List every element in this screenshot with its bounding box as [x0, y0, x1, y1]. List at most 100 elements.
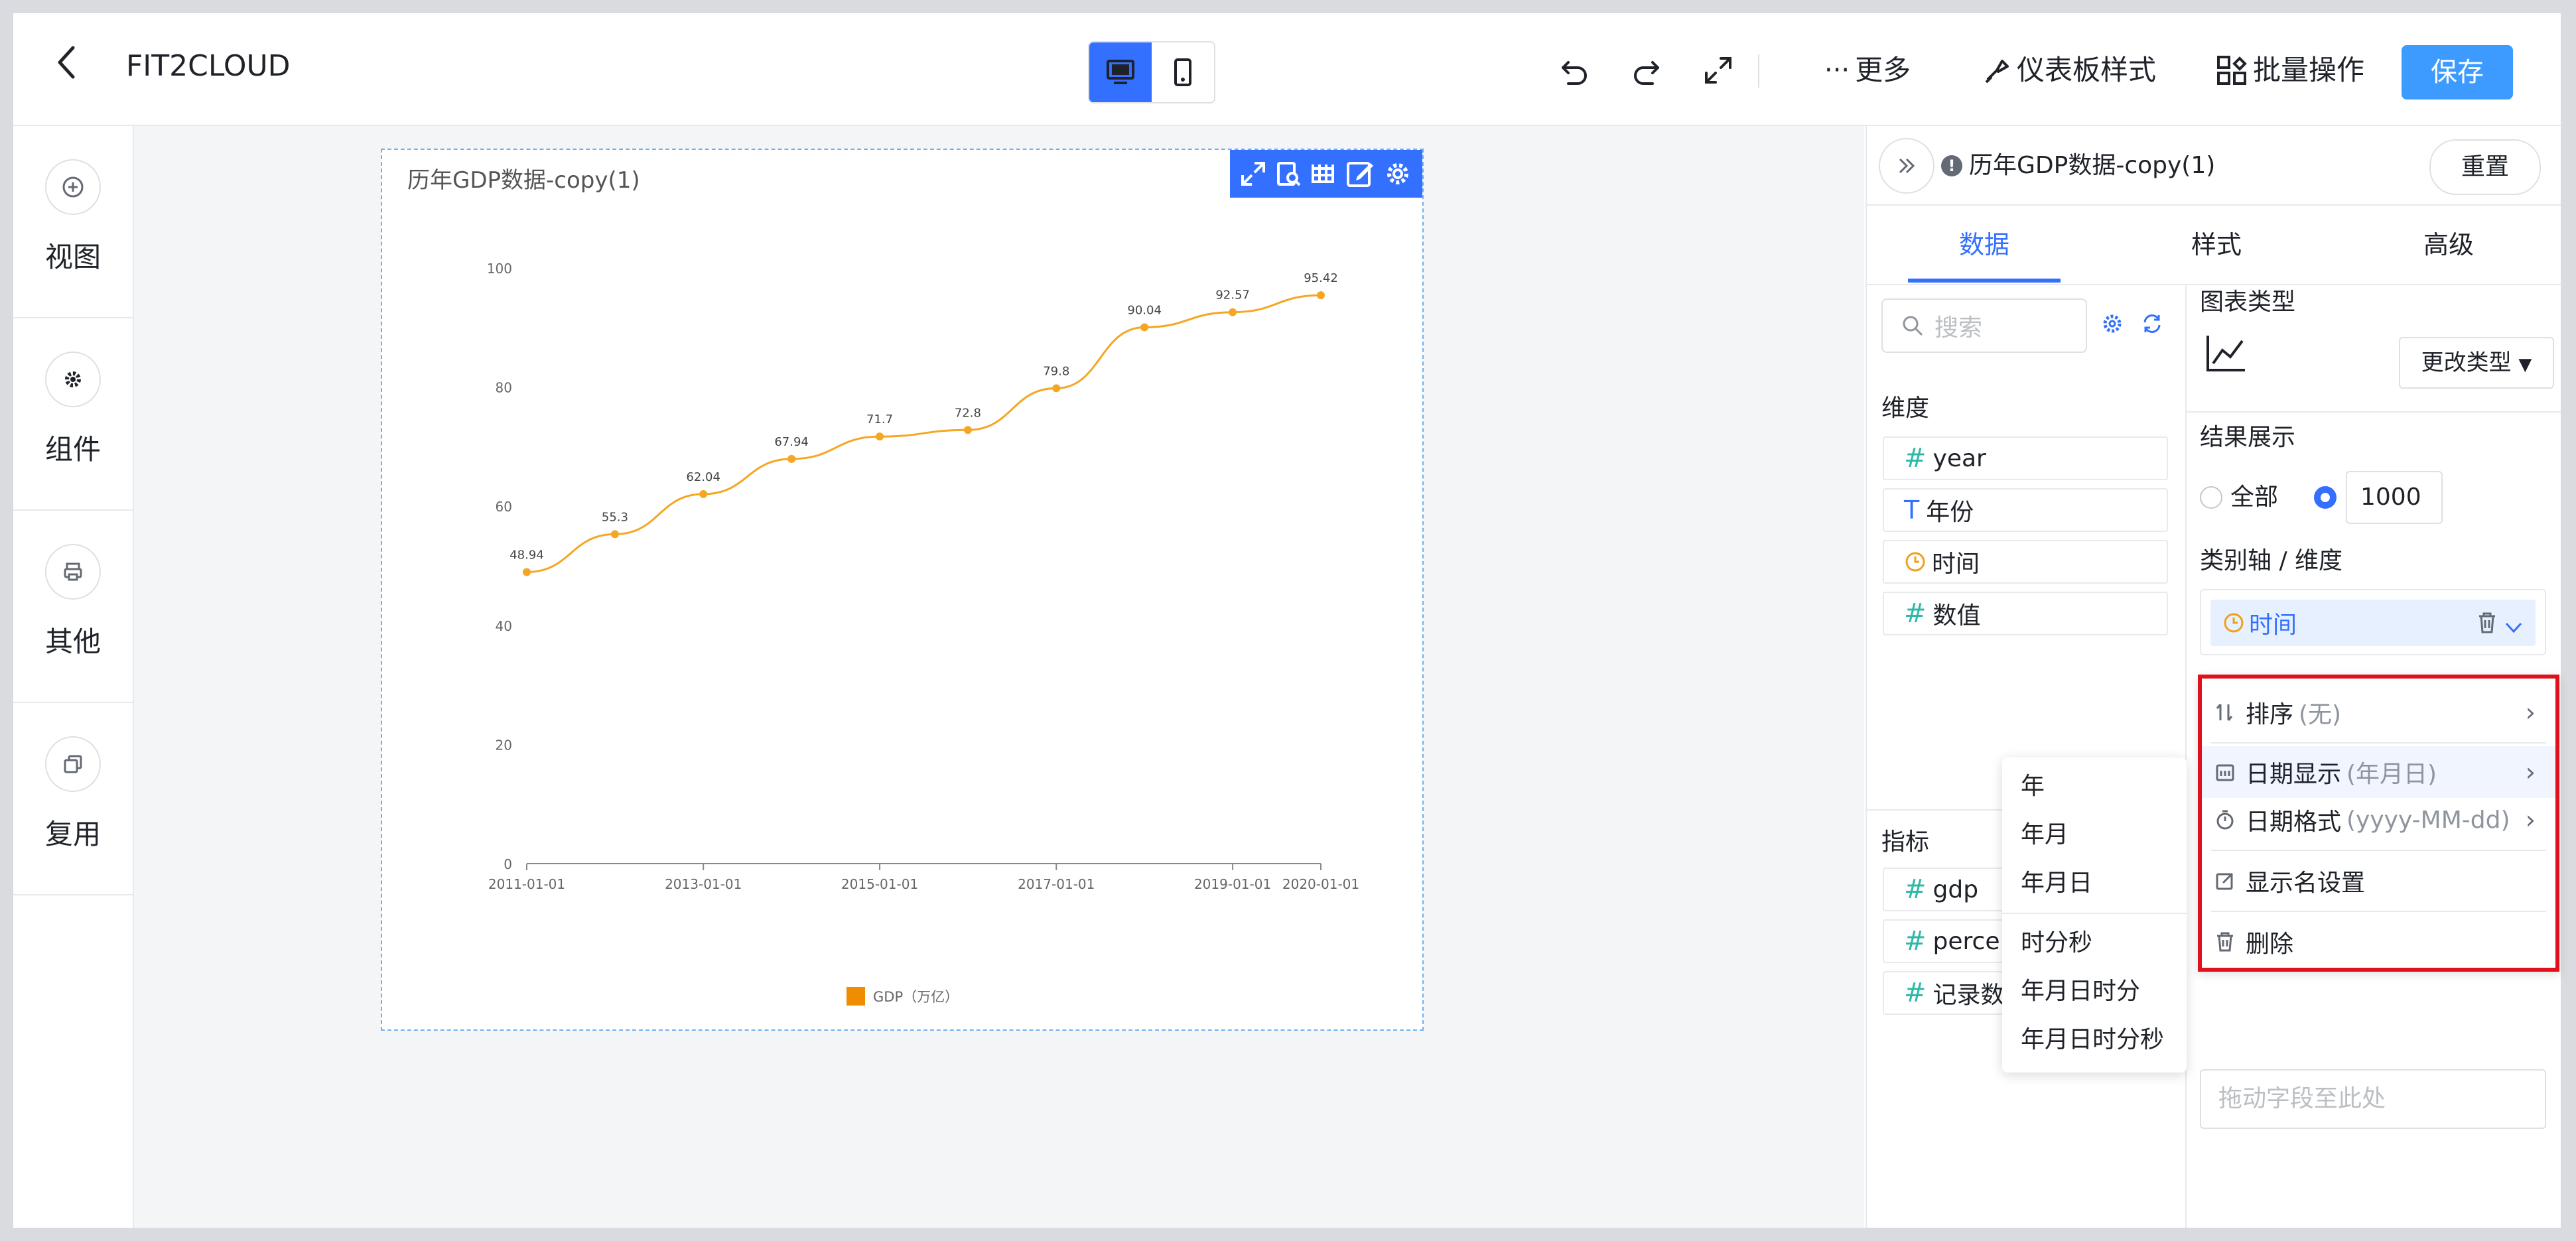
- stopwatch-icon: [2215, 809, 2238, 830]
- line-chart: 0 20 40 60 80 100 2011-01-01 2013-01-01 2015-01-…: [487, 261, 1359, 1006]
- date-option-year-month[interactable]: 年月: [2021, 819, 2068, 851]
- date-option-year[interactable]: 年: [2021, 771, 2045, 803]
- reset-button[interactable]: 重置: [2429, 139, 2541, 195]
- chevron-down-icon[interactable]: [2504, 614, 2524, 641]
- mobile-icon: [1174, 58, 1191, 86]
- dimension-field-year-text[interactable]: T 年份: [1883, 488, 2168, 532]
- collapse-panel-button[interactable]: [1879, 138, 1934, 194]
- add-view-icon: [45, 159, 101, 215]
- data-point: [787, 454, 796, 463]
- menu-item-date-format[interactable]: 日期格式 (yyyy-MM-dd) ›: [2202, 794, 2555, 846]
- fullscreen-button[interactable]: [1704, 53, 1733, 88]
- gear-icon: [45, 352, 101, 407]
- dimension-field-value[interactable]: # 数值: [1883, 592, 2168, 635]
- mobile-view-button[interactable]: [1152, 42, 1214, 102]
- field-name: 时间: [1932, 551, 1980, 578]
- sidebar-item-component[interactable]: 组件: [13, 318, 133, 511]
- date-option-ymd-hms[interactable]: 年月日时分秒: [2021, 1024, 2164, 1056]
- app-frame: FIT2CLOUD ··· 更多 仪表板样式 批量操作 保存 视图 组件 其他 …: [13, 13, 2561, 1228]
- legend-label: GDP（万亿）: [873, 989, 959, 1005]
- date-option-year-month-day[interactable]: 年月日: [2021, 868, 2092, 899]
- menu-item-value: (yyyy-MM-dd): [2346, 806, 2510, 834]
- result-display-label: 结果展示: [2200, 424, 2296, 451]
- number-type-icon: #: [1904, 926, 1927, 956]
- sidebar-item-label: 视图: [44, 241, 101, 273]
- batch-operation-button[interactable]: 批量操作: [2216, 53, 2364, 88]
- field-search-input[interactable]: 搜索: [1881, 298, 2087, 353]
- clock-type-icon: [1904, 551, 1927, 573]
- date-option-hms[interactable]: 时分秒: [2021, 927, 2092, 959]
- save-button[interactable]: 保存: [2402, 45, 2513, 99]
- undo-button[interactable]: [1559, 53, 1591, 88]
- app-title: FIT2CLOUD: [126, 49, 291, 83]
- data-point: [963, 426, 972, 434]
- menu-item-date-display[interactable]: 日期显示 (年月日) ›: [2202, 746, 2555, 798]
- result-limit-input[interactable]: 1000: [2346, 471, 2443, 524]
- menu-item-label: 显示名设置: [2246, 870, 2366, 897]
- tab-advanced[interactable]: 高级: [2372, 206, 2525, 284]
- sidebar-item-view[interactable]: 视图: [13, 126, 133, 318]
- x-tick-label: 2011-01-01: [488, 876, 565, 892]
- menu-item-rename[interactable]: 显示名设置: [2202, 855, 2555, 907]
- data-label: 92.57: [1215, 289, 1250, 302]
- axis-field-chip[interactable]: 时间: [2200, 589, 2546, 655]
- panel-chart-name: 历年GDP数据-copy(1): [1969, 152, 2216, 179]
- desktop-icon: [1107, 60, 1134, 84]
- menu-item-value: (年月日): [2346, 761, 2437, 788]
- data-label: 90.04: [1127, 303, 1162, 317]
- data-point: [1140, 323, 1149, 332]
- search-placeholder: 搜索: [1934, 314, 1983, 342]
- x-tick-label: 2019-01-01: [1194, 876, 1271, 892]
- chevron-right-icon: ›: [2525, 698, 2536, 727]
- sidebar-item-other[interactable]: 其他: [13, 511, 133, 703]
- data-label: 55.3: [602, 510, 628, 524]
- brush-icon: [1985, 60, 2009, 84]
- redo-icon: [1634, 61, 1659, 85]
- caret-down-icon: ▼: [2518, 355, 2532, 375]
- desktop-view-button[interactable]: [1089, 42, 1152, 102]
- chart-component[interactable]: 历年GDP数据-copy(1) 0 20 40 60 80 100 2011-01-01 20…: [381, 149, 1424, 1031]
- field-settings-icon[interactable]: [2100, 312, 2124, 338]
- data-label: 79.8: [1043, 364, 1069, 378]
- dimension-field-time[interactable]: 时间: [1883, 540, 2168, 584]
- line-chart-type-icon[interactable]: [2205, 333, 2248, 375]
- x-tick-label: 2020-01-01: [1282, 876, 1359, 892]
- menu-divider: [2211, 850, 2546, 851]
- data-point: [523, 568, 531, 576]
- data-label: 95.42: [1304, 271, 1338, 285]
- x-tick-label: 2015-01-01: [841, 876, 918, 892]
- data-label: 67.94: [774, 435, 809, 449]
- menu-item-label: 删除: [2246, 931, 2294, 958]
- field-name: 记录数: [1932, 982, 2005, 1009]
- device-switcher: [1088, 41, 1215, 103]
- result-all-label: 全部: [2230, 484, 2279, 511]
- dashboard-style-button[interactable]: 仪表板样式: [1982, 53, 2156, 88]
- result-limit-radio[interactable]: [2314, 486, 2337, 509]
- date-option-ymd-hm[interactable]: 年月日时分: [2021, 976, 2140, 1008]
- component-sidebar: 视图 组件 其他 复用: [13, 126, 134, 1228]
- field-options-menu: 排序 (无) › 日期显示 (年月日) › 日期格式 (yyyy-MM-dd) …: [2198, 675, 2559, 972]
- change-chart-type-select[interactable]: 更改类型 ▼: [2399, 337, 2554, 389]
- result-all-radio[interactable]: [2200, 486, 2222, 509]
- sidebar-item-label: 复用: [44, 818, 101, 850]
- more-icon: ···: [1824, 55, 1850, 86]
- menu-item-delete[interactable]: 删除: [2202, 916, 2555, 968]
- tab-style[interactable]: 样式: [2140, 206, 2293, 284]
- dimension-field-year[interactable]: # year: [1883, 436, 2168, 480]
- y-tick-label: 80: [496, 380, 512, 396]
- back-icon[interactable]: [50, 42, 83, 88]
- drop-zone[interactable]: 拖动字段至此处: [2200, 1069, 2546, 1129]
- sidebar-item-reuse[interactable]: 复用: [13, 703, 133, 895]
- trash-icon[interactable]: [2477, 612, 2497, 640]
- field-name: year: [1932, 444, 1986, 472]
- more-button[interactable]: ··· 更多: [1824, 53, 1911, 88]
- chevron-right-icon: ›: [2525, 757, 2536, 787]
- redo-button[interactable]: [1630, 53, 1662, 88]
- expand-icon: [1705, 57, 1731, 84]
- menu-item-label: 排序: [2246, 701, 2294, 728]
- refresh-icon[interactable]: [2140, 312, 2164, 338]
- legend-swatch: [847, 987, 865, 1006]
- undo-icon: [1562, 61, 1587, 85]
- menu-item-sort[interactable]: 排序 (无) ›: [2202, 686, 2555, 738]
- tab-data[interactable]: 数据: [1908, 206, 2061, 284]
